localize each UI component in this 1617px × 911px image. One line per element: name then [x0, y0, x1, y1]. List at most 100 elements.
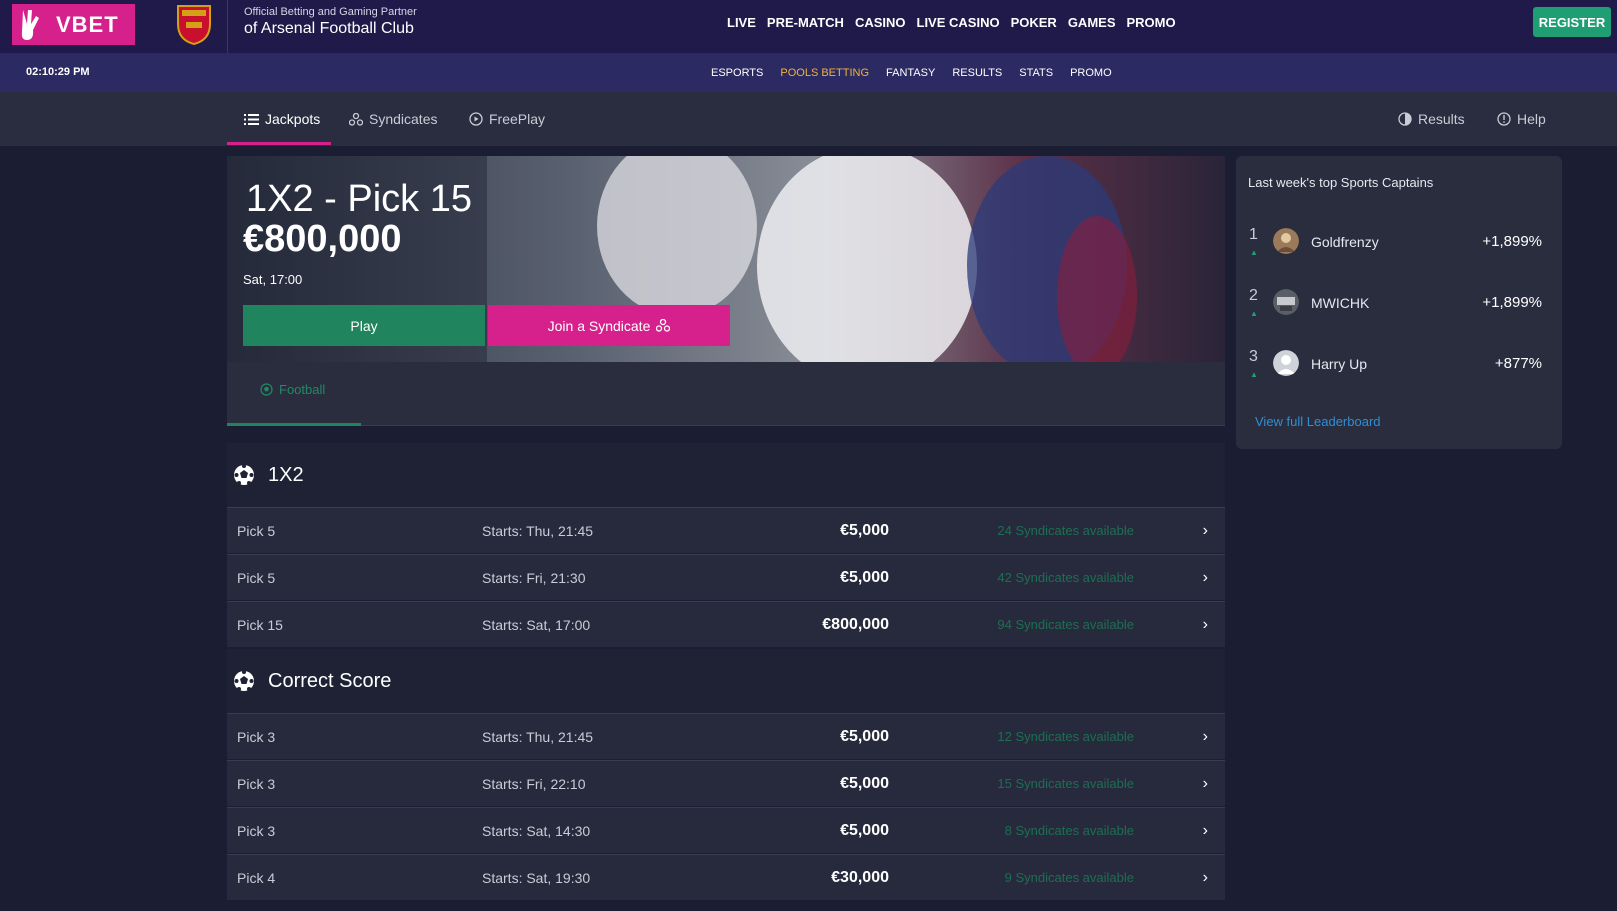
sport-filter-bar: Football — [227, 362, 1225, 426]
tab-freeplay[interactable]: FreePlay — [469, 92, 545, 146]
partner-text: Official Betting and Gaming Partner of A… — [244, 6, 417, 38]
leaderboard-rank: 2 — [1249, 287, 1258, 304]
jackpot-amount: €800,000 — [243, 218, 402, 260]
leaderboard-percent: +1,899% — [1482, 233, 1542, 250]
pool-row[interactable]: Pick 4 Starts: Sat, 19:30 €30,000 9 Synd… — [227, 854, 1225, 900]
leaderboard-panel: Last week's top Sports Captains 1 ▲ Gold… — [1236, 156, 1562, 449]
subnav-pools-betting[interactable]: POOLS BETTING — [780, 67, 869, 79]
help-label: Help — [1517, 111, 1546, 127]
syndicate-icon — [349, 112, 363, 126]
register-button[interactable]: REGISTER — [1533, 7, 1611, 37]
pool-pick: Pick 3 — [237, 822, 276, 839]
pool-syndicates[interactable]: 15 Syndicates available — [997, 776, 1134, 791]
clock: 02:10:29 PM — [26, 66, 90, 78]
football-icon — [260, 383, 273, 396]
results-icon — [1398, 112, 1412, 126]
pool-pick: Pick 3 — [237, 775, 276, 792]
list-icon — [244, 113, 259, 125]
syndicate-icon — [656, 319, 671, 332]
filter-football-label: Football — [279, 382, 326, 397]
tab-jackpots[interactable]: Jackpots — [244, 92, 320, 146]
pool-pick: Pick 15 — [237, 616, 283, 633]
chevron-right-icon[interactable]: › — [1203, 522, 1208, 540]
chevron-right-icon[interactable]: › — [1203, 616, 1208, 634]
nav-casino[interactable]: CASINO — [855, 15, 906, 30]
leaderboard-rank: 3 — [1249, 348, 1258, 365]
results-link[interactable]: Results — [1398, 92, 1465, 146]
nav-games[interactable]: GAMES — [1068, 15, 1116, 30]
pool-amount: €800,000 — [822, 615, 889, 633]
pool-row[interactable]: Pick 3 Starts: Fri, 22:10 €5,000 15 Synd… — [227, 760, 1225, 806]
tab-syndicates-label: Syndicates — [369, 111, 438, 127]
brand-name: VBET — [56, 11, 119, 37]
pool-row[interactable]: Pick 5 Starts: Fri, 21:30 €5,000 42 Synd… — [227, 554, 1225, 600]
pool-row[interactable]: Pick 15 Starts: Sat, 17:00 €800,000 94 S… — [227, 601, 1225, 647]
pool-start: Starts: Fri, 22:10 — [482, 775, 586, 792]
rank-up-icon: ▲ — [1250, 309, 1258, 318]
nav-promo[interactable]: PROMO — [1126, 15, 1175, 30]
active-filter-indicator — [227, 423, 361, 426]
nav-pre-match[interactable]: PRE-MATCH — [767, 15, 844, 30]
jackpot-title: 1X2 - Pick 15 — [246, 178, 472, 220]
avatar — [1273, 228, 1299, 254]
nav-live-casino[interactable]: LIVE CASINO — [917, 15, 1000, 30]
leaderboard-title: Last week's top Sports Captains — [1248, 175, 1434, 190]
pool-start: Starts: Thu, 21:45 — [482, 728, 594, 745]
pool-syndicates[interactable]: 42 Syndicates available — [997, 570, 1134, 585]
leaderboard-percent: +1,899% — [1482, 294, 1542, 311]
join-syndicate-button[interactable]: Join a Syndicate — [488, 305, 730, 346]
view-full-leaderboard-link[interactable]: View full Leaderboard — [1255, 414, 1381, 429]
chevron-right-icon[interactable]: › — [1203, 569, 1208, 587]
vbet-logo[interactable]: VBET — [12, 4, 135, 45]
pool-syndicates[interactable]: 94 Syndicates available — [997, 617, 1134, 632]
help-link[interactable]: Help — [1497, 92, 1546, 146]
subnav-esports[interactable]: ESPORTS — [711, 67, 763, 79]
tab-freeplay-label: FreePlay — [489, 111, 546, 127]
pool-pick: Pick 5 — [237, 569, 276, 586]
leaderboard-username: Harry Up — [1311, 356, 1368, 372]
pool-syndicates[interactable]: 8 Syndicates available — [1005, 823, 1134, 838]
pool-amount: €5,000 — [840, 568, 889, 586]
join-syndicate-label: Join a Syndicate — [547, 317, 651, 334]
leaderboard-entry[interactable]: 2 ▲ MWICHK +1,899% — [1236, 283, 1562, 323]
nav-live[interactable]: LIVE — [727, 15, 756, 30]
pool-row[interactable]: Pick 5 Starts: Thu, 21:45 €5,000 24 Synd… — [227, 507, 1225, 553]
subnav-fantasy[interactable]: FANTASY — [886, 67, 935, 79]
chevron-right-icon[interactable]: › — [1203, 869, 1208, 887]
pool-start: Starts: Thu, 21:45 — [482, 522, 594, 539]
avatar — [1273, 350, 1299, 376]
filter-football[interactable]: Football — [260, 382, 325, 397]
leaderboard-entry[interactable]: 3 ▲ Harry Up +877% — [1236, 344, 1562, 384]
chevron-right-icon[interactable]: › — [1203, 822, 1208, 840]
tab-jackpots-label: Jackpots — [265, 111, 321, 127]
sub-nav: ESPORTS POOLS BETTING FANTASY RESULTS ST… — [711, 67, 1112, 79]
subnav-stats[interactable]: STATS — [1019, 67, 1053, 79]
pool-syndicates[interactable]: 12 Syndicates available — [997, 729, 1134, 744]
top-bar: VBET Official Betting and Gaming Partner… — [0, 0, 1617, 53]
pool-row[interactable]: Pick 3 Starts: Thu, 21:45 €5,000 12 Synd… — [227, 713, 1225, 759]
subnav-promo[interactable]: PROMO — [1070, 67, 1112, 79]
pool-syndicates[interactable]: 24 Syndicates available — [997, 523, 1134, 538]
chevron-right-icon[interactable]: › — [1203, 728, 1208, 746]
rank-up-icon: ▲ — [1250, 370, 1258, 379]
partner-line2: of Arsenal Football Club — [244, 20, 414, 37]
tab-bar: Jackpots Syndicates FreePlay Results Hel… — [0, 92, 1617, 146]
pool-amount: €5,000 — [840, 727, 889, 745]
tab-syndicates[interactable]: Syndicates — [349, 92, 437, 146]
pool-amount: €5,000 — [840, 821, 889, 839]
leaderboard-entry[interactable]: 1 ▲ Goldfrenzy +1,899% — [1236, 222, 1562, 262]
subnav-results[interactable]: RESULTS — [952, 67, 1002, 79]
pool-row[interactable]: Pick 3 Starts: Sat, 14:30 €5,000 8 Syndi… — [227, 807, 1225, 853]
nav-poker[interactable]: POKER — [1011, 15, 1057, 30]
pool-syndicates[interactable]: 9 Syndicates available — [1005, 870, 1134, 885]
arsenal-crest-icon — [174, 2, 214, 46]
pool-start: Starts: Sat, 14:30 — [482, 822, 591, 839]
section-title: Correct Score — [268, 669, 392, 692]
section-correct-score-header: Correct Score — [227, 649, 1225, 713]
play-button[interactable]: Play — [243, 305, 485, 346]
pool-pick: Pick 4 — [237, 869, 276, 886]
pool-pick: Pick 3 — [237, 728, 276, 745]
section-1x2-header: 1X2 — [227, 443, 1225, 507]
chevron-right-icon[interactable]: › — [1203, 775, 1208, 793]
victory-hand-icon — [12, 4, 48, 45]
